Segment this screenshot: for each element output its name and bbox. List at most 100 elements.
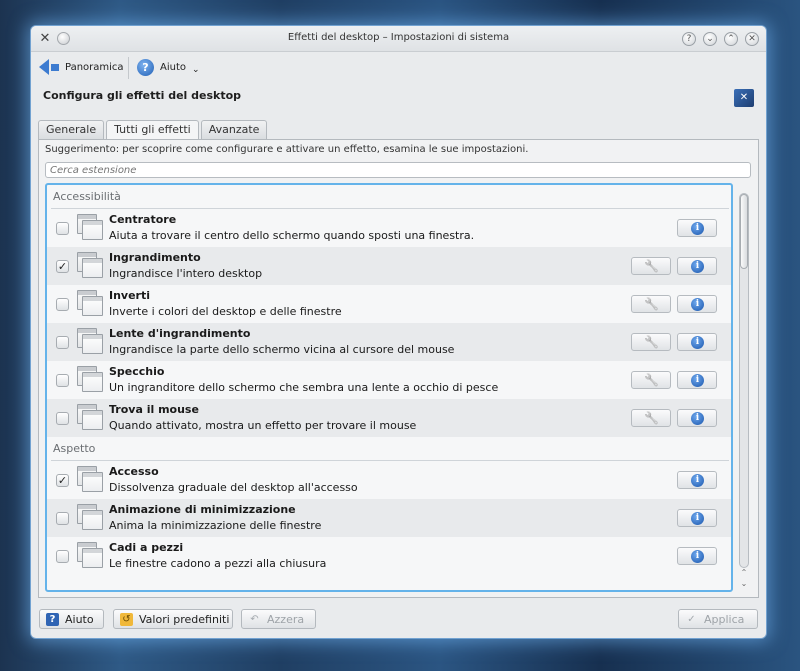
windows-effect-icon <box>77 366 103 394</box>
effect-checkbox[interactable] <box>56 550 69 563</box>
effect-checkbox[interactable] <box>56 298 69 311</box>
tab-all-effects[interactable]: Tutti gli effetti <box>106 120 199 140</box>
effect-checkbox[interactable] <box>56 374 69 387</box>
maximize-button[interactable]: ⌃ <box>724 32 738 46</box>
info-icon: i <box>691 222 704 235</box>
category-label: Aspetto <box>53 442 96 455</box>
effect-row[interactable]: ✓ Accesso Dissolvenza graduale del desktop… <box>47 461 731 499</box>
search-input[interactable] <box>45 162 751 178</box>
effect-name: Inverti <box>109 289 151 302</box>
desktop-effects-icon: ✕ <box>734 89 754 107</box>
effect-description: Ingrandisce l'intero desktop <box>109 267 263 280</box>
windows-effect-icon <box>77 504 103 532</box>
effect-row[interactable]: Inverti Inverte i colori del desktop e de… <box>47 285 731 323</box>
category-header: Aspetto <box>47 437 731 461</box>
effect-checkbox[interactable]: ✓ <box>56 260 69 273</box>
effect-checkbox[interactable] <box>56 222 69 235</box>
chevron-down-icon: ⌄ <box>192 65 200 75</box>
scrollbar-track[interactable] <box>739 193 749 568</box>
info-icon: i <box>691 550 704 563</box>
configure-button[interactable]: 🔧 <box>631 409 671 427</box>
defaults-button-label: Valori predefiniti <box>139 612 230 626</box>
info-icon: i <box>691 260 704 273</box>
window-title: Effetti del desktop – Impostazioni di si… <box>287 32 510 43</box>
close-button[interactable]: ✕ <box>745 32 759 46</box>
windows-effect-icon <box>77 290 103 318</box>
help-button[interactable]: ? Aiuto <box>39 609 104 629</box>
info-button[interactable]: i <box>677 509 717 527</box>
back-arrow-tail <box>51 63 59 71</box>
effects-list-content: Accessibilità Centratore Aiuta a trovare i… <box>47 185 731 575</box>
effect-description: Un ingranditore dello schermo che sembra… <box>109 381 499 394</box>
scrollbar-thumb[interactable] <box>740 194 748 269</box>
help-label: Aiuto <box>160 61 186 73</box>
reset-button[interactable]: ↶ Azzera <box>241 609 316 629</box>
effect-checkbox[interactable] <box>56 336 69 349</box>
effect-checkbox[interactable] <box>56 512 69 525</box>
info-button[interactable]: i <box>677 219 717 237</box>
effect-description: Dissolvenza graduale del desktop all'acc… <box>109 481 358 494</box>
windows-effect-icon <box>77 252 103 280</box>
configure-button[interactable]: 🔧 <box>631 295 671 313</box>
effect-row[interactable]: Animazione di minimizzazione Anima la min… <box>47 499 731 537</box>
info-icon: i <box>691 374 704 387</box>
info-button[interactable]: i <box>677 471 717 489</box>
wrench-icon: 🔧 <box>644 335 659 349</box>
wrench-icon: 🔧 <box>644 373 659 387</box>
info-icon: i <box>691 336 704 349</box>
scrollbar[interactable]: ⌃ ⌄ <box>737 183 751 592</box>
all-effects-panel: Suggerimento: per scoprire come configur… <box>38 139 759 598</box>
reset-button-label: Azzera <box>267 612 305 626</box>
back-arrow-icon <box>39 59 49 75</box>
info-button[interactable]: i <box>677 547 717 565</box>
windows-effect-icon <box>77 466 103 494</box>
effect-row[interactable]: Trova il mouse Quando attivato, mostra un… <box>47 399 731 437</box>
effect-name: Ingrandimento <box>109 251 201 264</box>
help-book-icon: ? <box>46 612 59 626</box>
apply-button[interactable]: ✓ Applica <box>678 609 758 629</box>
scroll-up-icon[interactable]: ⌃ <box>737 568 751 578</box>
defaults-button[interactable]: ↺ Valori predefiniti <box>113 609 233 629</box>
configure-button[interactable]: 🔧 <box>631 371 671 389</box>
toolbar-separator <box>128 57 129 79</box>
wrench-icon: 🔧 <box>644 297 659 311</box>
effect-description: Inverte i colori del desktop e delle fin… <box>109 305 342 318</box>
info-button[interactable]: i <box>677 257 717 275</box>
effect-description: Ingrandisce la parte dello schermo vicin… <box>109 343 455 356</box>
title-bar[interactable]: ✕ Effetti del desktop – Impostazioni di … <box>31 26 766 52</box>
effect-name: Lente d'ingrandimento <box>109 327 251 340</box>
button-bar: ? Aiuto ↺ Valori predefiniti ↶ Azzera ✓ … <box>31 604 766 634</box>
category-header: Accessibilità <box>47 185 731 209</box>
effect-row[interactable]: Specchio Un ingranditore dello schermo ch… <box>47 361 731 399</box>
effect-description: Aiuta a trovare il centro dello schermo … <box>109 229 475 242</box>
check-icon: ✓ <box>687 613 696 625</box>
info-button[interactable]: i <box>677 295 717 313</box>
windows-effect-icon <box>77 214 103 242</box>
tab-bar: Generale Tutti gli effetti Avanzate <box>38 120 269 140</box>
scroll-down-icon[interactable]: ⌄ <box>737 579 751 589</box>
help-window-button[interactable]: ? <box>682 32 696 46</box>
info-icon: i <box>691 474 704 487</box>
minimize-button[interactable]: ⌄ <box>703 32 717 46</box>
info-button[interactable]: i <box>677 371 717 389</box>
apply-button-label: Applica <box>704 612 745 626</box>
effect-row[interactable]: ✓ Ingrandimento Ingrandisce l'intero deskt… <box>47 247 731 285</box>
info-button[interactable]: i <box>677 409 717 427</box>
info-button[interactable]: i <box>677 333 717 351</box>
effect-row[interactable]: Cadi a pezzi Le finestre cadono a pezzi a… <box>47 537 731 575</box>
effect-row[interactable]: Centratore Aiuta a trovare il centro dell… <box>47 209 731 247</box>
configure-button[interactable]: 🔧 <box>631 257 671 275</box>
effect-checkbox[interactable]: ✓ <box>56 474 69 487</box>
effect-row[interactable]: Lente d'ingrandimento Ingrandisce la part… <box>47 323 731 361</box>
windows-effect-icon <box>77 404 103 432</box>
toolbar: Panoramica ? Aiuto ⌄ <box>31 52 766 82</box>
wrench-icon: 🔧 <box>644 411 659 425</box>
overview-button[interactable]: Panoramica <box>39 54 124 80</box>
system-settings-window: ✕ Effetti del desktop – Impostazioni di … <box>31 26 766 638</box>
configure-button[interactable]: 🔧 <box>631 333 671 351</box>
tab-advanced[interactable]: Avanzate <box>200 120 268 139</box>
effects-list[interactable]: Accessibilità Centratore Aiuta a trovare i… <box>45 183 733 592</box>
tab-general[interactable]: Generale <box>38 120 105 139</box>
effect-checkbox[interactable] <box>56 412 69 425</box>
help-menu-button[interactable]: ? Aiuto ⌄ <box>137 54 200 80</box>
